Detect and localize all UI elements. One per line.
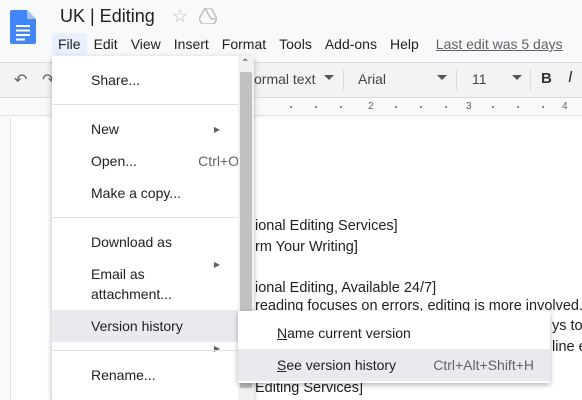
last-edit-link[interactable]: Last edit was 5 days <box>436 36 563 52</box>
submenu-arrow-icon: ▶ <box>213 125 220 134</box>
document-title[interactable]: UK | Editing <box>60 6 155 27</box>
menu-insert[interactable]: Insert <box>168 33 215 55</box>
menu-open[interactable]: Open... Ctrl+O <box>52 145 239 177</box>
doc-text-line[interactable]: ional Editing, Available 24/7] <box>255 280 436 296</box>
ruler-mark <box>445 106 447 108</box>
submenu-arrow-icon: ▶ <box>213 260 220 269</box>
menu-name-current-version-label: Name current version <box>277 325 411 341</box>
menu-divider <box>52 217 238 218</box>
ruler-mark <box>290 106 292 108</box>
chevron-down-icon <box>437 75 447 80</box>
ruler-tick: 2 <box>368 101 374 112</box>
menu-share-label: Share... <box>91 72 141 88</box>
font-size-select[interactable]: 11 <box>472 71 487 87</box>
menu-email-label-line2: attachment... <box>91 286 172 302</box>
menu-divider <box>52 104 238 105</box>
font-select[interactable]: Arial <box>358 71 386 87</box>
ruler-mark <box>420 106 422 108</box>
paragraph-style-select[interactable]: ormal text <box>254 71 315 87</box>
ruler-tick: 3 <box>466 101 472 112</box>
menu-divider <box>52 350 238 351</box>
bold-button[interactable]: B <box>541 70 552 87</box>
menu-new[interactable]: New ▶ <box>52 113 238 145</box>
menu-name-current-version[interactable]: Name current version <box>238 317 550 349</box>
menu-rename-label: Rename... <box>91 367 156 383</box>
menu-make-copy[interactable]: Make a copy... <box>52 177 238 209</box>
menubar: File Edit View Insert Format Tools Add-o… <box>52 32 563 56</box>
doc-text-line[interactable]: rm Your Writing] <box>255 239 358 255</box>
menu-make-copy-label: Make a copy... <box>91 185 182 201</box>
ruler-mark <box>395 106 397 108</box>
menu-rename[interactable]: Rename... <box>52 359 238 391</box>
docs-window: UK | Editing ☆ File Edit View Insert For… <box>0 0 582 400</box>
file-menu: Share... New ▶ Open... Ctrl+O Make a cop… <box>52 56 254 400</box>
italic-icon[interactable]: I <box>568 69 572 87</box>
menu-download-as[interactable]: Download as <box>52 226 238 258</box>
menu-see-version-history-shortcut: Ctrl+Alt+Shift+H <box>433 357 534 373</box>
doc-text-line[interactable]: ys to <box>552 318 582 334</box>
doc-text-line[interactable]: ional Editing Services] <box>255 218 398 234</box>
ruler-mark <box>315 106 317 108</box>
menu-edit[interactable]: Edit <box>88 33 124 55</box>
menu-help[interactable]: Help <box>384 33 425 55</box>
chevron-down-icon <box>324 75 334 80</box>
ruler-mark <box>542 106 544 108</box>
menu-format[interactable]: Format <box>216 33 272 55</box>
menu-view[interactable]: View <box>125 33 167 55</box>
star-icon[interactable]: ☆ <box>172 6 188 27</box>
menu-addons[interactable]: Add-ons <box>319 33 383 55</box>
ruler-tick: 4 <box>562 101 568 112</box>
move-to-folder-icon[interactable] <box>199 8 217 24</box>
version-history-submenu: Name current version See version history… <box>238 311 550 383</box>
menu-see-version-history-label: See version history <box>277 357 397 373</box>
chevron-down-icon <box>512 75 522 80</box>
ruler-mark <box>492 106 494 108</box>
menu-see-version-history[interactable]: See version history Ctrl+Alt+Shift+H <box>238 349 550 381</box>
toolbar-divider <box>456 69 457 91</box>
menu-tools[interactable]: Tools <box>273 33 318 55</box>
menu-download-as-label: Download as <box>91 234 172 250</box>
menu-new-label: New <box>91 121 120 137</box>
menu-file[interactable]: File <box>52 33 87 55</box>
toolbar-divider <box>530 69 531 91</box>
menu-share[interactable]: Share... <box>52 64 238 96</box>
doc-text-line[interactable]: line e <box>552 339 582 355</box>
ruler-mark <box>340 106 342 108</box>
undo-icon[interactable]: ↶ <box>14 70 27 90</box>
submenu-arrow-icon: ▶ <box>213 344 220 353</box>
toolbar-divider <box>343 69 344 91</box>
menu-version-history[interactable]: Version history ▶ <box>52 310 238 353</box>
menu-open-shortcut: Ctrl+O <box>198 153 239 169</box>
menu-email-label-line1: Email as <box>91 266 145 282</box>
ruler-mark <box>517 106 519 108</box>
menu-email-attachment[interactable]: Email as attachment... ▶ <box>52 258 238 308</box>
docs-logo-icon[interactable] <box>10 10 36 44</box>
scroll-up-icon[interactable]: ⌃ <box>241 58 249 69</box>
menu-open-label: Open... <box>91 153 137 169</box>
menu-version-history-label: Version history <box>91 318 183 334</box>
